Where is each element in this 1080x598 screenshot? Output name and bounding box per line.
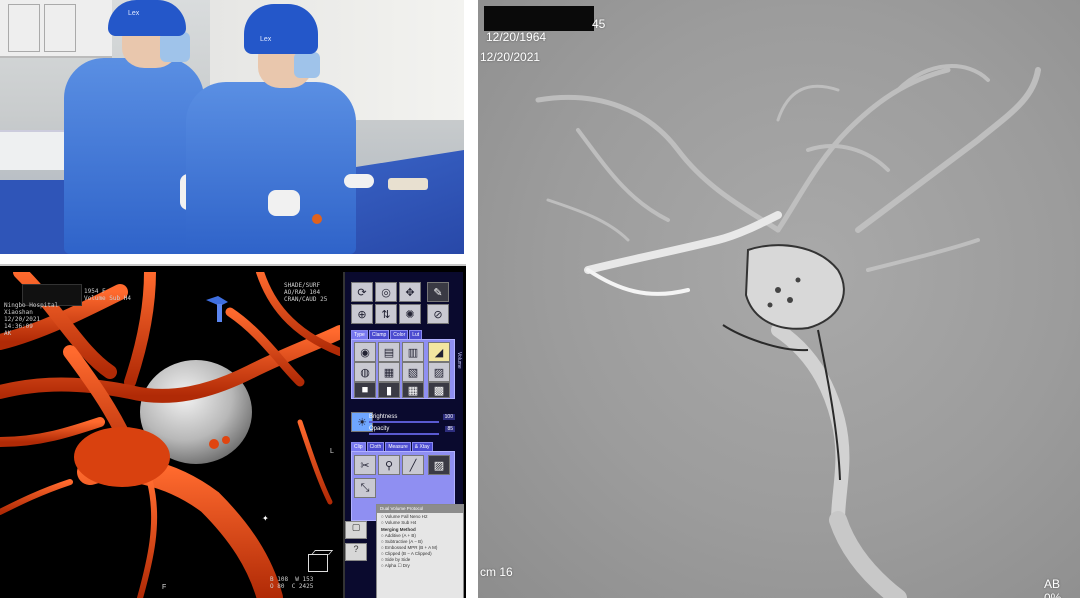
orientation-glyph-icon[interactable] (204, 294, 230, 324)
partial-patient-id: 45 (592, 17, 606, 31)
vessel-junction (74, 427, 170, 487)
pan-tool-button[interactable]: ✥ (399, 282, 421, 302)
render-mode-4-button[interactable]: ◢ (428, 342, 450, 362)
zoom-label: AB 0% (1044, 577, 1062, 598)
operating-room-video: Lex Lex (0, 0, 464, 254)
orientation-cube-icon[interactable] (308, 554, 328, 572)
or-cabinet (0, 0, 112, 58)
layout-2-button[interactable]: ▮ (378, 382, 400, 398)
layout-4-button[interactable]: ▩ (428, 382, 450, 398)
zoom-tool-button[interactable]: ⊕ (351, 304, 373, 324)
rotate-tool-button[interactable]: ⟳ (351, 282, 373, 302)
cap-brand-right: Lex (260, 36, 272, 43)
clip-tool-5-button[interactable]: ⤡ (354, 478, 376, 498)
method-alpha[interactable]: Alpha ☐ Dry (381, 563, 459, 569)
redacted-patient-label (484, 6, 594, 31)
scale-label: cm 16 (480, 565, 513, 579)
or-counter (0, 130, 70, 170)
dialog-title: Dual Volume Protocol (377, 505, 463, 513)
reset-tool-button[interactable]: ⊘ (427, 304, 449, 324)
layout-1-button[interactable]: ■ (354, 382, 376, 398)
render-mode-3-button[interactable]: ▥ (402, 342, 424, 362)
render-mode-7-button[interactable]: ▧ (402, 362, 424, 382)
screen-tool-button[interactable]: ▢ (345, 521, 367, 539)
render-type-group: ◉ ▤ ▥ ◢ ◍ ▦ ▧ ▨ ■ ▮ ▦ ▩ (351, 339, 455, 399)
hospital-info: Ningbo Hospital Xiaoshan 12/20/2021 14:3… (4, 302, 59, 337)
orbit-tool-button[interactable]: ◎ (375, 282, 397, 302)
draw-tool-button[interactable]: ✎ (427, 282, 449, 302)
cap-brand-left: Lex (128, 10, 140, 17)
coiled-aneurysm (744, 244, 845, 330)
angiography-vessels (535, 64, 1041, 598)
render-mode-2-button[interactable]: ▤ (378, 342, 400, 362)
light-tool-button[interactable]: ✺ (399, 304, 421, 324)
volume-option-2[interactable]: Volume Sub H4 (381, 520, 459, 526)
layout-3-button[interactable]: ▦ (402, 382, 424, 398)
patient-dob: 12/20/1964 (486, 30, 547, 44)
clip-tool-4-button[interactable]: ▨ (428, 455, 450, 475)
move-tool-button[interactable]: ⇅ (375, 304, 397, 324)
brightness-slider[interactable]: Brightness 100 (349, 414, 455, 424)
bottom-marker: F (162, 584, 167, 591)
side-volume-label: Volume (456, 352, 462, 369)
render-mode-6-button[interactable]: ▦ (378, 362, 400, 382)
3d-volume-viewport[interactable]: Ningbo Hospital Xiaoshan 12/20/2021 14:3… (0, 272, 340, 598)
series-info: 1954 F Volume Sub H4 (84, 288, 131, 302)
cursor-icon: ✦ (262, 514, 269, 523)
study-date: 12/20/2021 (480, 50, 541, 64)
orientation-info: SHADE/SURF AO/RAO 104 CRAN/CAUD 25 (284, 282, 328, 303)
panel-divider-horizontal (0, 254, 466, 264)
small-tool-icons: ▢ ? (345, 521, 373, 565)
window-level-info: B 108 W 153 O 80 C 2425 (270, 576, 314, 590)
panel-divider-vertical (466, 0, 475, 598)
clip-tool-1-button[interactable]: ✂ (354, 455, 376, 475)
clip-tool-2-button[interactable]: ⚲ (378, 455, 400, 475)
angiography-image: 45 12/20/1964 12/20/2021 cm 16 AB 0% (475, 0, 1080, 598)
red-connector (312, 214, 322, 224)
render-mode-1-button[interactable]: ◉ (354, 342, 376, 362)
left-marker: L (330, 448, 334, 455)
3d-workstation: Ningbo Hospital Xiaoshan 12/20/2021 14:3… (0, 264, 466, 598)
dual-volume-dialog[interactable]: Dual Volume Protocol Volume Fall Neno H2… (376, 504, 464, 598)
catheter-table-item (388, 178, 428, 190)
opacity-slider[interactable]: Opacity 85 (349, 426, 455, 436)
render-mode-5-button[interactable]: ◍ (354, 362, 376, 382)
render-mode-8-button[interactable]: ▨ (428, 362, 450, 382)
help-tool-button[interactable]: ? (345, 543, 367, 561)
clip-tool-3-button[interactable]: ╱ (402, 455, 424, 475)
